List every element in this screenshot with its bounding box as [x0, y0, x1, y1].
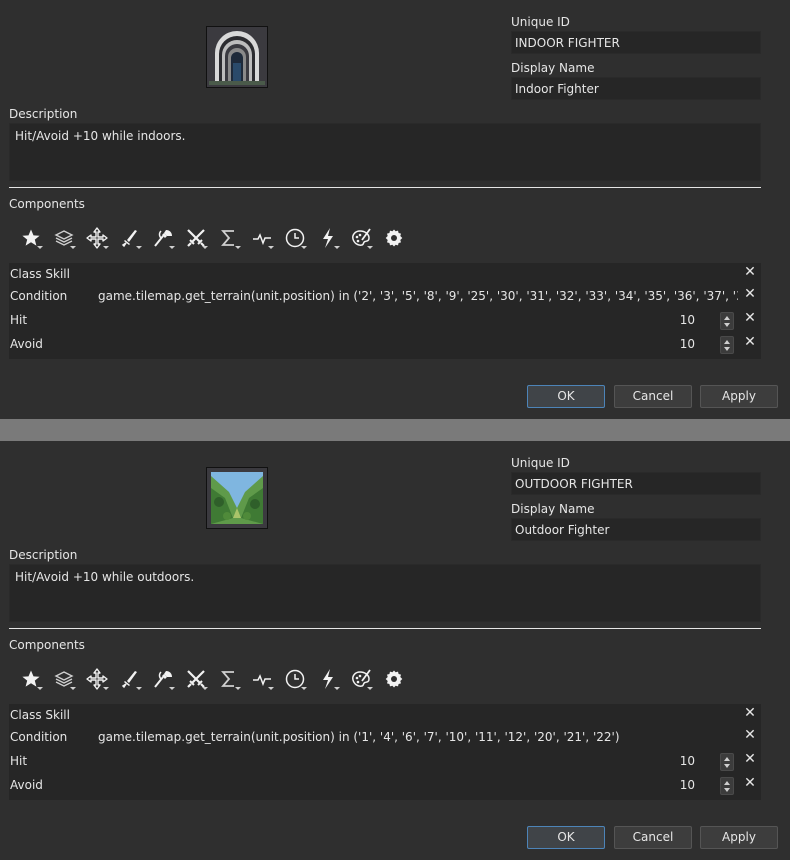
- gear-icon[interactable]: [377, 665, 410, 693]
- display-name-field[interactable]: Outdoor Fighter: [511, 518, 761, 541]
- skill-icon-selector[interactable]: [206, 467, 268, 529]
- remove-component-button[interactable]: ✕: [742, 264, 758, 280]
- avoid-value-field[interactable]: 10: [680, 337, 695, 351]
- hit-value-field[interactable]: 10: [680, 313, 695, 327]
- component-row-avoid: Avoid 10 ✕: [9, 333, 761, 357]
- panel-divider: [0, 419, 790, 441]
- pulse-icon[interactable]: [245, 665, 278, 693]
- avoid-value-field[interactable]: 10: [680, 778, 695, 792]
- condition-value-field[interactable]: game.tilemap.get_terrain(unit.position) …: [98, 289, 738, 303]
- remove-component-button[interactable]: ✕: [742, 286, 758, 302]
- axe-icon[interactable]: [146, 665, 179, 693]
- component-name: Hit: [10, 754, 28, 768]
- sword-icon[interactable]: [113, 665, 146, 693]
- component-name: Class Skill: [10, 267, 70, 281]
- components-label: Components: [9, 197, 85, 211]
- remove-component-button[interactable]: ✕: [742, 310, 758, 326]
- pulse-icon[interactable]: [245, 224, 278, 252]
- star-icon[interactable]: [14, 224, 47, 252]
- description-field[interactable]: Hit/Avoid +10 while outdoors.: [9, 564, 761, 622]
- indoor-archway-icon: [207, 27, 267, 87]
- move-arrows-icon[interactable]: [80, 224, 113, 252]
- component-name: Avoid: [10, 337, 43, 351]
- component-row-hit: Hit 10 ✕: [9, 750, 761, 774]
- unique-id-label: Unique ID: [511, 456, 570, 470]
- palette-icon[interactable]: [344, 224, 377, 252]
- apply-button[interactable]: Apply: [700, 826, 778, 849]
- components-list: Class Skill ✕ Condition game.tilemap.get…: [9, 263, 761, 359]
- hit-spinner[interactable]: [720, 312, 734, 330]
- remove-component-button[interactable]: ✕: [742, 751, 758, 767]
- description-label: Description: [9, 107, 78, 121]
- component-name: Condition: [10, 289, 68, 303]
- avoid-spinner[interactable]: [720, 777, 734, 795]
- layers-icon[interactable]: [47, 665, 80, 693]
- sigma-icon[interactable]: [212, 224, 245, 252]
- hit-value-field[interactable]: 10: [680, 754, 695, 768]
- component-row-class-skill: Class Skill ✕: [9, 704, 761, 728]
- palette-icon[interactable]: [344, 665, 377, 693]
- cancel-button[interactable]: Cancel: [614, 385, 692, 408]
- component-row-avoid: Avoid 10 ✕: [9, 774, 761, 798]
- clock-icon[interactable]: [278, 224, 311, 252]
- unique-id-label: Unique ID: [511, 15, 570, 29]
- display-name-field[interactable]: Indoor Fighter: [511, 77, 761, 100]
- layers-icon[interactable]: [47, 224, 80, 252]
- component-name: Condition: [10, 730, 68, 744]
- components-toolbar: [14, 665, 410, 693]
- sword-icon[interactable]: [113, 224, 146, 252]
- axe-icon[interactable]: [146, 224, 179, 252]
- components-label: Components: [9, 638, 85, 652]
- avoid-spinner[interactable]: [720, 336, 734, 354]
- component-row-condition: Condition game.tilemap.get_terrain(unit.…: [9, 726, 761, 750]
- outdoor-valley-icon: [207, 468, 267, 528]
- separator-line: [9, 187, 761, 188]
- remove-component-button[interactable]: ✕: [742, 334, 758, 350]
- skill-icon-selector[interactable]: [206, 26, 268, 88]
- unique-id-field[interactable]: OUTDOOR FIGHTER: [511, 472, 761, 495]
- unique-id-field[interactable]: INDOOR FIGHTER: [511, 31, 761, 54]
- component-name: Hit: [10, 313, 28, 327]
- separator-line: [9, 628, 761, 629]
- star-icon[interactable]: [14, 665, 47, 693]
- cancel-button[interactable]: Cancel: [614, 826, 692, 849]
- component-row-condition: Condition game.tilemap.get_terrain(unit.…: [9, 285, 761, 309]
- ok-button[interactable]: OK: [527, 385, 605, 408]
- components-list: Class Skill ✕ Condition game.tilemap.get…: [9, 704, 761, 800]
- lightning-icon[interactable]: [311, 665, 344, 693]
- crossed-swords-icon[interactable]: [179, 665, 212, 693]
- skill-editor-panel-indoor: Unique ID INDOOR FIGHTER Display Name In…: [0, 0, 790, 419]
- display-name-label: Display Name: [511, 502, 595, 516]
- gear-icon[interactable]: [377, 224, 410, 252]
- remove-component-button[interactable]: ✕: [742, 705, 758, 721]
- condition-value-field[interactable]: game.tilemap.get_terrain(unit.position) …: [98, 730, 738, 744]
- move-arrows-icon[interactable]: [80, 665, 113, 693]
- hit-spinner[interactable]: [720, 753, 734, 771]
- component-name: Class Skill: [10, 708, 70, 722]
- component-row-hit: Hit 10 ✕: [9, 309, 761, 333]
- description-field[interactable]: Hit/Avoid +10 while indoors.: [9, 123, 761, 181]
- components-toolbar: [14, 224, 410, 252]
- clock-icon[interactable]: [278, 665, 311, 693]
- lightning-icon[interactable]: [311, 224, 344, 252]
- ok-button[interactable]: OK: [527, 826, 605, 849]
- skill-editor-panel-outdoor: Unique ID OUTDOOR FIGHTER Display Name O…: [0, 441, 790, 860]
- description-label: Description: [9, 548, 78, 562]
- sigma-icon[interactable]: [212, 665, 245, 693]
- remove-component-button[interactable]: ✕: [742, 727, 758, 743]
- apply-button[interactable]: Apply: [700, 385, 778, 408]
- remove-component-button[interactable]: ✕: [742, 775, 758, 791]
- crossed-swords-icon[interactable]: [179, 224, 212, 252]
- display-name-label: Display Name: [511, 61, 595, 75]
- component-name: Avoid: [10, 778, 43, 792]
- component-row-class-skill: Class Skill ✕: [9, 263, 761, 287]
